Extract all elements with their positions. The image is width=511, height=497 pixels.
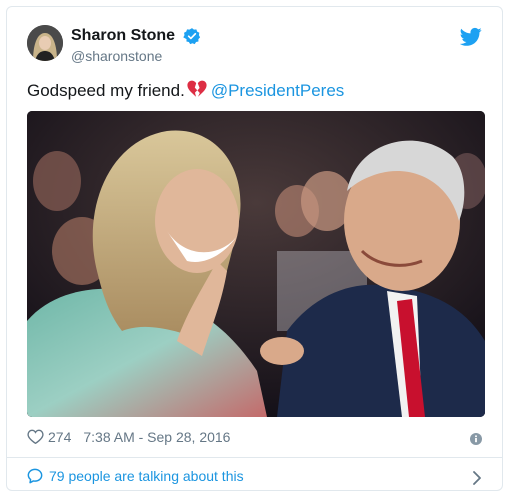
info-icon[interactable] bbox=[470, 430, 482, 445]
tweet-photo[interactable] bbox=[27, 111, 485, 417]
talking-count-text: 79 people are talking about this bbox=[49, 468, 244, 484]
mention-link[interactable]: @PresidentPeres bbox=[211, 81, 345, 100]
speech-bubble-icon bbox=[27, 468, 43, 484]
broken-heart-icon bbox=[187, 80, 207, 98]
tweet-header: Sharon Stone @sharonstone bbox=[21, 21, 488, 64]
divider bbox=[7, 457, 502, 458]
verified-badge-icon bbox=[183, 27, 201, 45]
timestamp[interactable]: 7:38 AM - Sep 28, 2016 bbox=[83, 429, 230, 445]
conversation-link[interactable]: 79 people are talking about this bbox=[27, 465, 482, 487]
avatar[interactable] bbox=[27, 25, 63, 61]
tweet-body: Godspeed my friend. bbox=[27, 81, 185, 100]
chevron-right-icon bbox=[472, 469, 482, 485]
heart-outline-icon[interactable] bbox=[27, 429, 44, 445]
like-count: 274 bbox=[48, 429, 72, 445]
handle[interactable]: @sharonstone bbox=[71, 47, 201, 65]
tweet-meta: 274 7:38 AM - Sep 28, 2016 bbox=[27, 427, 482, 447]
tweet-card: Sharon Stone @sharonstone Godspeed my fr… bbox=[6, 6, 503, 491]
display-name[interactable]: Sharon Stone bbox=[71, 26, 175, 46]
tweet-text: Godspeed my friend. @PresidentPeres bbox=[27, 80, 344, 102]
twitter-bird-icon[interactable] bbox=[459, 27, 482, 47]
author-names: Sharon Stone @sharonstone bbox=[71, 26, 201, 65]
